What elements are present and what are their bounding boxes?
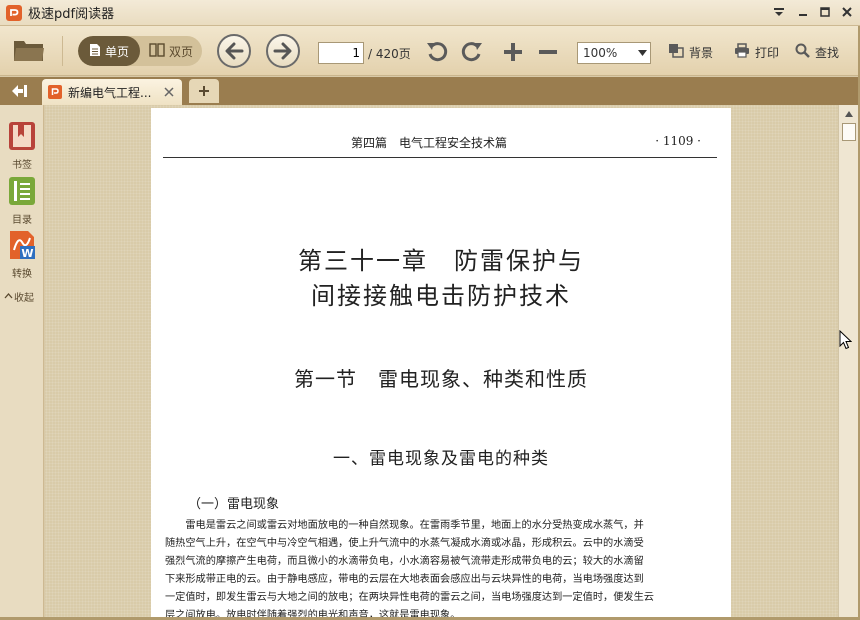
rotate-right-icon[interactable] [459, 39, 485, 65]
document-viewer[interactable]: 第四篇 电气工程安全技术篇 · 1109 · 第三十一章 防雷保护与 间接接触电… [45, 105, 838, 617]
chevron-up-icon [4, 291, 13, 302]
sidebar-item-toc[interactable]: 目录 [4, 176, 40, 226]
section-title: 第一节 雷电现象、种类和性质 [294, 367, 588, 391]
app-logo-icon [6, 4, 22, 21]
svg-text:W: W [21, 247, 33, 260]
next-page-button[interactable] [266, 34, 300, 68]
background-icon [668, 43, 684, 61]
zoom-in-icon[interactable] [500, 39, 526, 65]
convert-to-word-icon: W [8, 230, 36, 263]
menu-dropdown-icon[interactable] [770, 4, 788, 20]
search-button[interactable]: 查找 [795, 43, 839, 61]
close-tab-icon[interactable] [162, 85, 176, 99]
chapter-title-line-2: 间接接触电击防护技术 [311, 282, 571, 310]
page-total: / 420页 [368, 47, 411, 61]
paragraph-line: 强烈气流的摩擦产生电荷，而且微小的水滴带负电，小水滴容易被气流带走形成带负电的云… [165, 556, 644, 567]
vertical-scrollbar[interactable] [838, 105, 858, 617]
subsection-title: 一、雷电现象及雷电的种类 [333, 449, 549, 469]
sidebar-label-convert: 转换 [12, 269, 32, 280]
print-icon [734, 43, 750, 61]
sidebar-item-convert[interactable]: W 转换 [4, 230, 40, 280]
sidebar-label-toc: 目录 [12, 215, 32, 226]
bookmark-icon [8, 121, 36, 154]
tab-label: 新编电气工程... [68, 85, 152, 100]
pdf-page: 第四篇 电气工程安全技术篇 · 1109 · 第三十一章 防雷保护与 间接接触电… [151, 108, 731, 617]
new-tab-button[interactable] [189, 79, 219, 103]
single-page-label: 单页 [104, 44, 129, 59]
background-label: 背景 [689, 45, 714, 60]
background-button[interactable]: 背景 [668, 43, 713, 61]
search-label: 查找 [815, 45, 840, 60]
paragraph-line: 下来形成带正电的云。由于静电感应，带电的云层在大地表面会感应出与云块异性的电荷，… [165, 574, 644, 585]
title-bar: 极速pdf阅读器 [0, 0, 860, 26]
running-header: 第四篇 电气工程安全技术篇 · 1109 · [163, 134, 717, 158]
pdf-file-icon [48, 85, 62, 99]
toolbar: 单页 双页 / 420页 100% 背景 打印 查找 [0, 26, 860, 76]
rotate-left-icon[interactable] [424, 39, 450, 65]
paragraph-line: 随热空气上升，在空气中与冷空气相遇，使上升气流中的水蒸气凝成水滴或冰晶，形成积云… [165, 538, 644, 549]
sidebar: 书签 目录 W 转换 收起 [0, 105, 44, 620]
paragraph-line: 雷电是雷云之间或雷云对地面放电的一种自然现象。在雷雨季节里，地面上的水分受热变成… [165, 520, 644, 531]
collapse-sidebar-icon[interactable] [6, 81, 32, 101]
subsubsection-title: （一）雷电现象 [188, 497, 280, 512]
scroll-up-icon[interactable] [842, 108, 856, 120]
running-header-title: 第四篇 电气工程安全技术篇 [351, 136, 508, 150]
search-icon [795, 43, 810, 61]
scrollbar-thumb[interactable] [842, 123, 856, 141]
chevron-down-icon [634, 50, 650, 56]
sidebar-item-bookmarks[interactable]: 书签 [4, 121, 40, 171]
mouse-cursor-icon [839, 329, 853, 353]
single-page-button[interactable]: 单页 [78, 36, 140, 66]
zoom-value: 100% [583, 46, 618, 60]
zoom-out-icon[interactable] [535, 39, 561, 65]
view-mode-toggle: 单页 双页 [78, 36, 202, 66]
tab-document[interactable]: 新编电气工程... [42, 79, 182, 105]
app-title: 极速pdf阅读器 [28, 7, 115, 22]
previous-page-button[interactable] [217, 34, 251, 68]
page-number-input[interactable] [318, 42, 364, 64]
print-button[interactable]: 打印 [734, 43, 779, 61]
table-of-contents-icon [8, 176, 36, 209]
open-folder-icon[interactable] [12, 35, 46, 65]
tab-bar: 新编电气工程... [0, 77, 860, 105]
double-page-label: 双页 [168, 44, 193, 59]
sidebar-collapse-label: 收起 [14, 293, 34, 304]
body-paragraph: 雷电是雷云之间或雷云对地面放电的一种自然现象。在雷雨季节里，地面上的水分受热变成… [165, 517, 719, 617]
paragraph-line: 一定值时，即发生雷云与大地之间的放电；在两块异性电荷的雷云之间，当电场强度达到一… [165, 592, 654, 603]
chapter-title-line-1: 第三十一章 防雷保护与 [298, 247, 584, 275]
page-number-label: · 1109 · [655, 134, 701, 148]
zoom-select[interactable]: 100% [577, 42, 651, 64]
single-page-icon [89, 43, 101, 60]
double-page-button[interactable]: 双页 [140, 36, 202, 66]
print-label: 打印 [755, 45, 780, 60]
toolbar-divider [62, 36, 63, 66]
minimize-button[interactable] [794, 4, 812, 20]
paragraph-line: 层之间放电。放电时伴随着强烈的电光和声音，这就是雷电现象。 [165, 610, 461, 617]
sidebar-label-bookmarks: 书签 [12, 160, 32, 171]
double-page-icon [149, 42, 165, 60]
maximize-button[interactable] [816, 4, 834, 20]
sidebar-collapse-button[interactable]: 收起 [4, 289, 34, 304]
close-window-button[interactable] [838, 4, 856, 20]
